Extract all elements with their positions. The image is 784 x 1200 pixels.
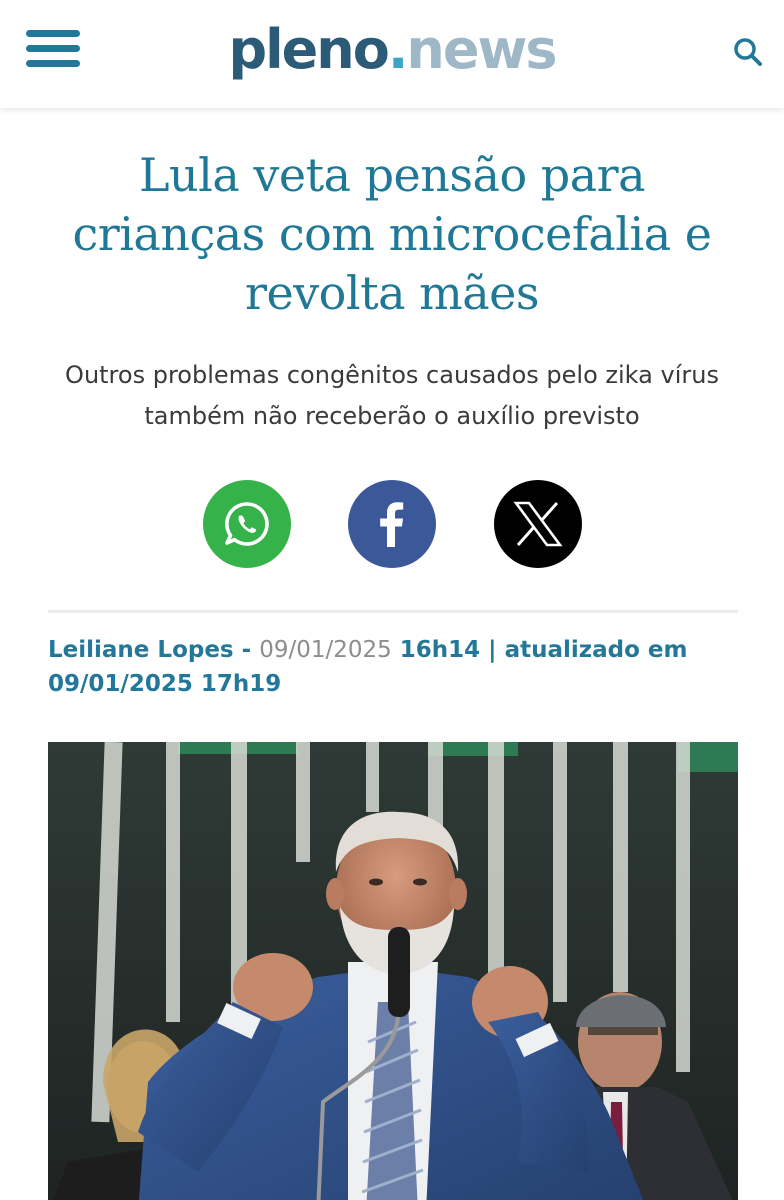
article-photo: [48, 742, 738, 1200]
site-logo[interactable]: pleno.news: [0, 18, 784, 82]
share-facebook-button[interactable]: [348, 480, 436, 568]
facebook-icon: [380, 502, 404, 547]
search-button[interactable]: [732, 36, 764, 68]
byline-separator: -: [233, 637, 260, 663]
article-subtitle: Outros problemas congênitos causados pel…: [65, 361, 719, 430]
article-headline: Lula veta pensão para crianças com micro…: [72, 148, 712, 320]
x-icon: [513, 501, 563, 547]
share-whatsapp-button[interactable]: [203, 480, 291, 568]
site-header: pleno.news: [0, 0, 784, 108]
logo-dot: .: [387, 18, 408, 81]
share-x-button[interactable]: [494, 480, 582, 568]
logo-text-pleno: pleno: [228, 18, 390, 81]
search-icon: [734, 38, 762, 66]
author-link[interactable]: Leiliane Lopes: [48, 637, 234, 663]
article-byline: Leiliane Lopes - 09/01/2025 16h14 | atua…: [48, 633, 738, 701]
divider: [48, 610, 738, 613]
logo-text-news: news: [406, 18, 557, 81]
publish-date: 09/01/2025: [259, 637, 392, 663]
whatsapp-icon: [225, 502, 269, 546]
